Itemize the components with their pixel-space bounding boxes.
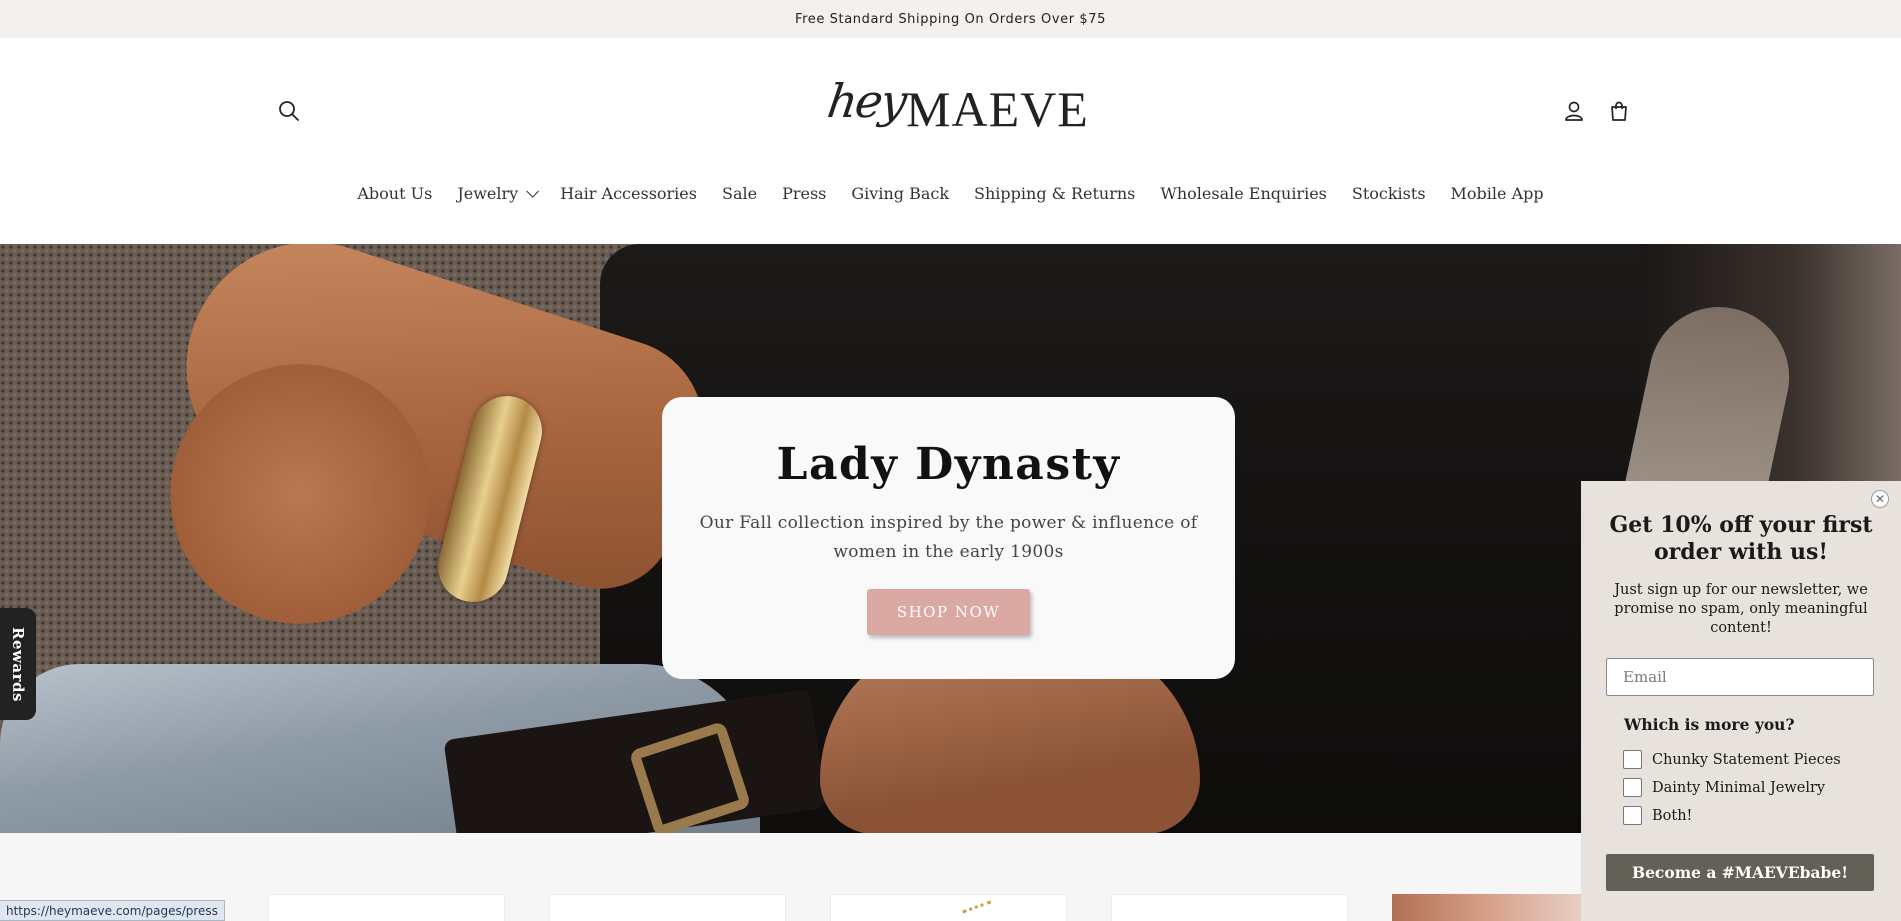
checkbox[interactable] xyxy=(1623,806,1642,825)
nav-label: Giving Back xyxy=(851,183,950,203)
hero-elbow xyxy=(170,364,430,624)
nav-label: Stockists xyxy=(1351,183,1426,203)
product-card[interactable] xyxy=(830,894,1067,921)
nav-item-wholesale-enquiries[interactable]: Wholesale Enquiries xyxy=(1148,184,1339,203)
option-label: Chunky Statement Pieces xyxy=(1652,751,1841,768)
main-navigation: About Us Jewelry Hair Accessories Sale P… xyxy=(0,176,1901,210)
nav-label: Press xyxy=(782,183,827,203)
nav-item-sale[interactable]: Sale xyxy=(709,184,769,203)
product-card[interactable] xyxy=(1111,894,1348,921)
nav-label: About Us xyxy=(357,183,433,203)
checkbox[interactable] xyxy=(1623,750,1642,769)
email-field[interactable] xyxy=(1606,658,1874,696)
product-card-image[interactable] xyxy=(1392,894,1582,921)
rewards-label: Rewards xyxy=(9,626,27,702)
nav-item-stockists[interactable]: Stockists xyxy=(1339,184,1438,203)
site-header: hey MAEVE About Us Jewelry Hair Accessor… xyxy=(0,38,1901,244)
option-chunky-statement-pieces[interactable]: Chunky Statement Pieces xyxy=(1623,750,1841,769)
option-both[interactable]: Both! xyxy=(1623,806,1692,825)
nav-item-press[interactable]: Press xyxy=(770,184,839,203)
nav-item-giving-back[interactable]: Giving Back xyxy=(839,184,962,203)
shop-now-button[interactable]: SHOP NOW xyxy=(867,589,1030,635)
hero-text-card: Lady Dynasty Our Fall collection inspire… xyxy=(662,397,1235,679)
subscribe-button[interactable]: Become a #MAEVEbabe! xyxy=(1606,854,1874,891)
cart-icon[interactable] xyxy=(1602,94,1636,128)
checkbox[interactable] xyxy=(1623,778,1642,797)
nav-item-about-us[interactable]: About Us xyxy=(345,184,445,203)
nav-label: Sale xyxy=(721,183,758,203)
logo-script-text: hey xyxy=(824,74,909,128)
preference-question: Which is more you? xyxy=(1624,715,1795,734)
logo-brand-text: MAEVE xyxy=(906,81,1089,137)
close-icon[interactable]: ✕ xyxy=(1871,490,1889,508)
search-icon[interactable] xyxy=(272,94,306,128)
rewards-tab[interactable]: Rewards xyxy=(0,608,36,720)
nav-item-hair-accessories[interactable]: Hair Accessories xyxy=(548,184,710,203)
nav-label: Mobile App xyxy=(1450,183,1544,203)
account-icon[interactable] xyxy=(1557,94,1591,128)
nav-item-mobile-app[interactable]: Mobile App xyxy=(1438,184,1556,203)
nav-label: Shipping & Returns xyxy=(974,183,1136,203)
option-label: Both! xyxy=(1652,807,1693,824)
status-bar-url: https://heymaeve.com/pages/press xyxy=(0,900,225,921)
nav-label: Hair Accessories xyxy=(560,183,697,203)
nav-item-shipping-returns[interactable]: Shipping & Returns xyxy=(962,184,1148,203)
nav-label: Wholesale Enquiries xyxy=(1160,183,1327,203)
product-card[interactable] xyxy=(549,894,786,921)
popup-title: Get 10% off your first order with us! xyxy=(1609,512,1873,565)
brand-logo[interactable]: hey MAEVE xyxy=(824,68,1088,158)
announcement-bar: Free Standard Shipping On Orders Over $7… xyxy=(0,0,1901,38)
option-dainty-minimal-jewelry[interactable]: Dainty Minimal Jewelry xyxy=(1623,778,1825,797)
chevron-down-icon xyxy=(526,184,540,198)
hero-subtitle: Our Fall collection inspired by the powe… xyxy=(699,513,1198,562)
nav-label: Jewelry xyxy=(457,183,519,203)
nav-item-jewelry[interactable]: Jewelry xyxy=(445,184,548,203)
announcement-text: Free Standard Shipping On Orders Over $7… xyxy=(794,11,1107,27)
product-card[interactable] xyxy=(268,894,505,921)
popup-description: Just sign up for our newsletter, we prom… xyxy=(1614,582,1868,636)
hero-title: Lady Dynasty xyxy=(776,439,1121,490)
option-label: Dainty Minimal Jewelry xyxy=(1652,779,1826,796)
